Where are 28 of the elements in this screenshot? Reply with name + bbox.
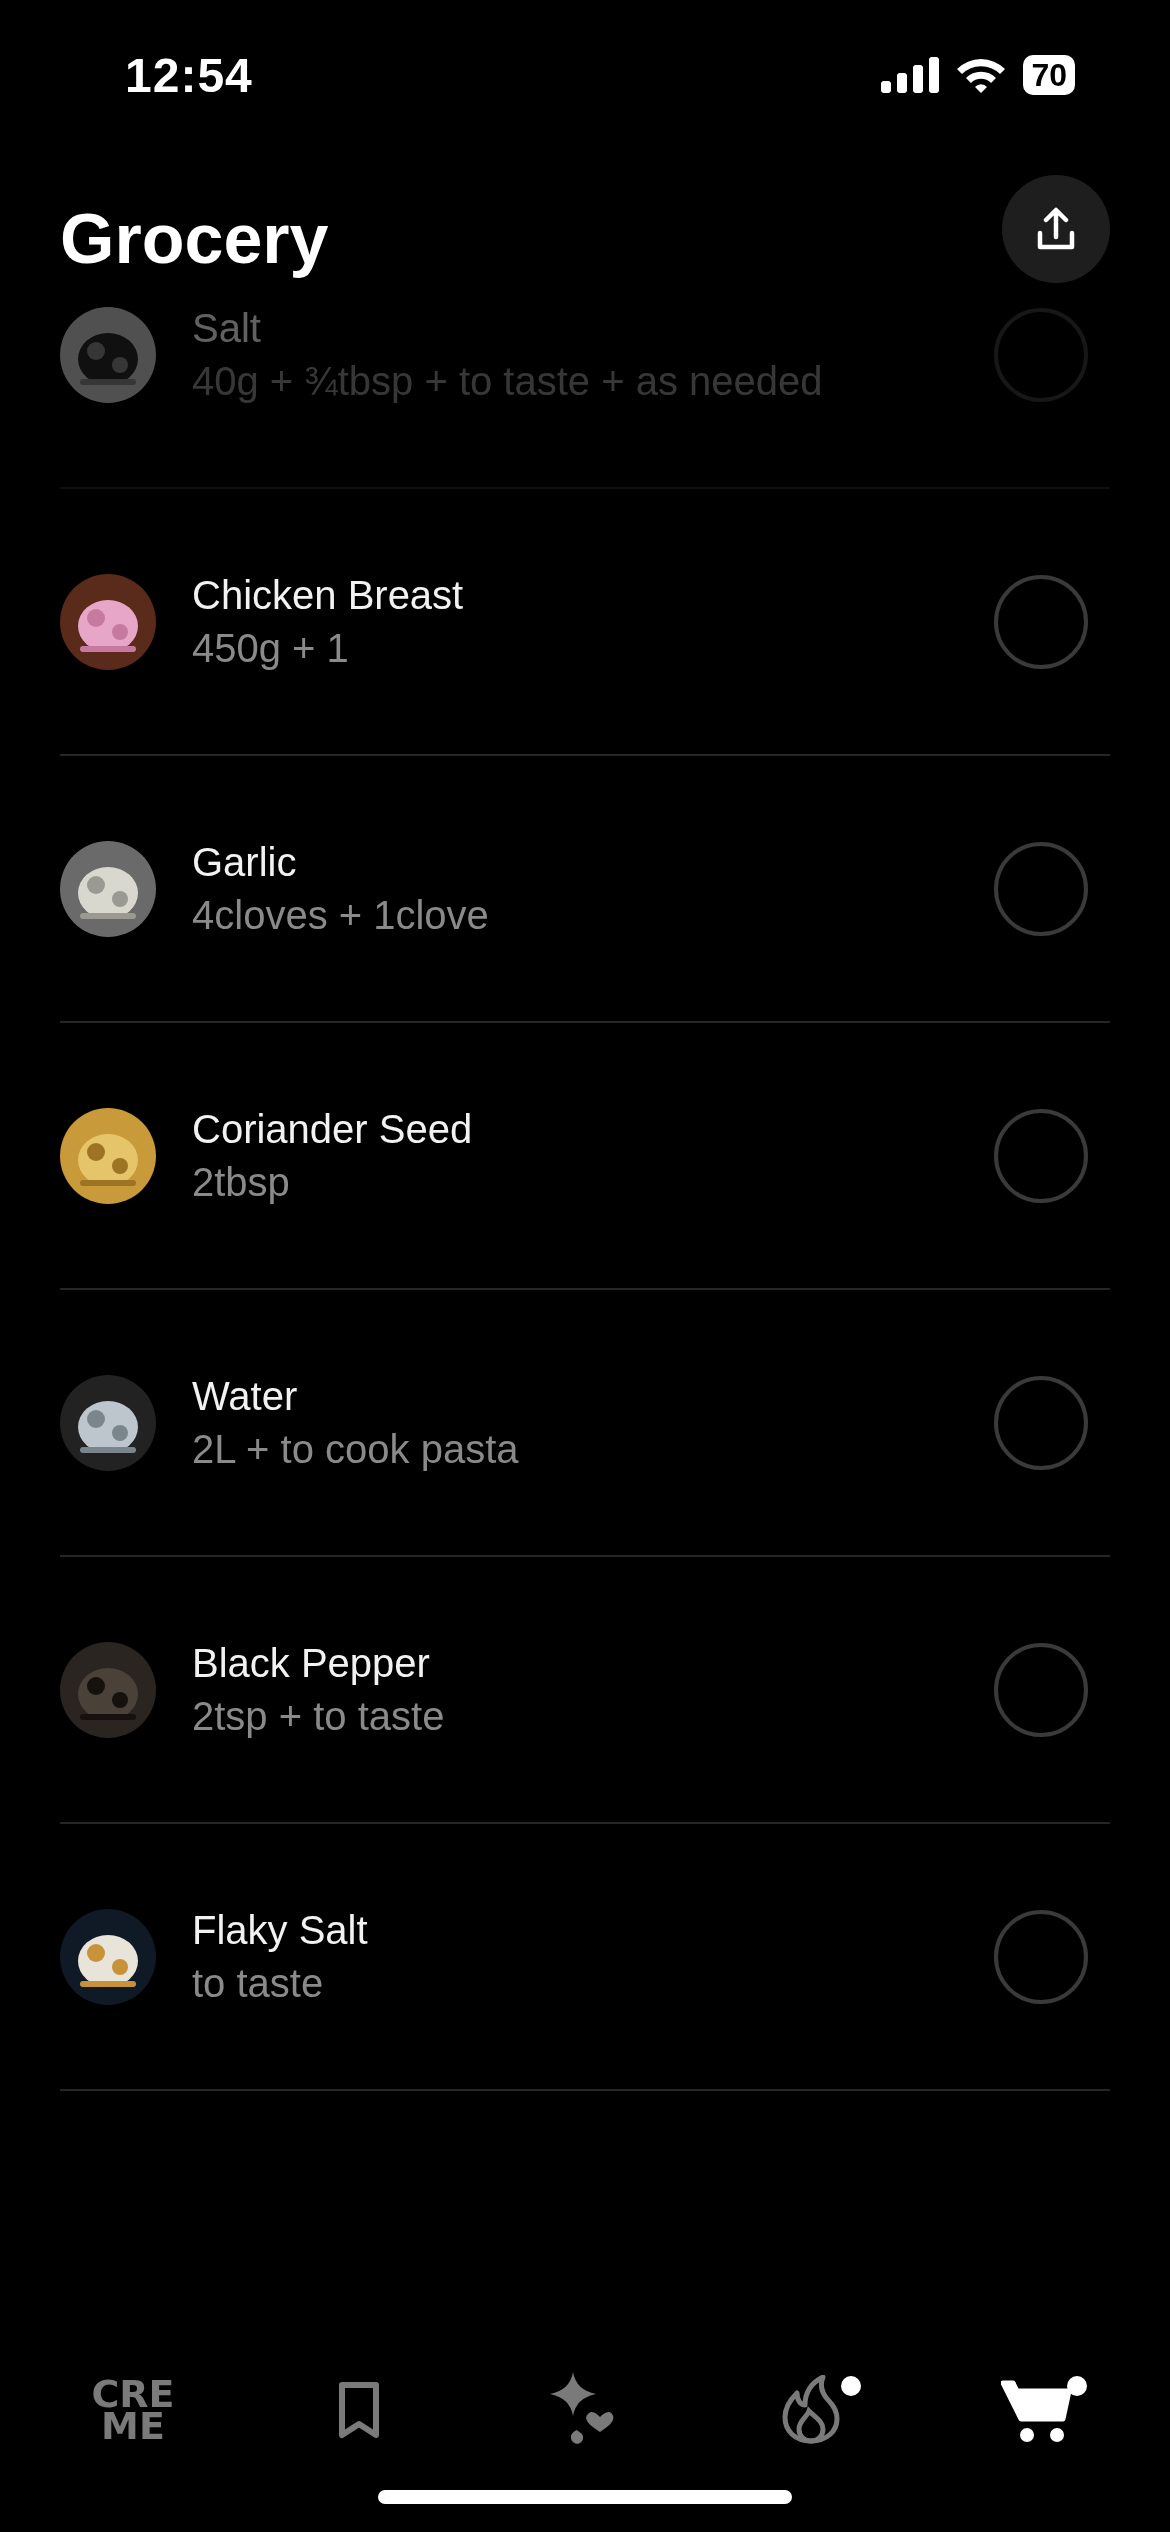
wifi-icon [955,56,1008,94]
checkbox[interactable] [994,1375,1088,1470]
item-name: Coriander Seed [192,1106,474,1152]
item-amount: 450g + 1 [192,625,350,671]
share-icon [1036,207,1076,251]
item-name: Black Pepper [192,1640,431,1686]
item-amount: 2L + to cook pasta [192,1426,520,1472]
bookmark-icon [337,2380,381,2440]
battery-level: 70 [1023,55,1075,95]
item-amount: 2tsp + to taste [192,1693,446,1739]
item-amount: 4cloves + 1clove [192,892,490,938]
item-name: Salt [192,305,262,351]
status-time: 12:54 [125,47,253,103]
checkbox[interactable] [994,1909,1088,2004]
checkbox[interactable] [994,841,1088,936]
item-name: Water [192,1373,299,1419]
item-amount: 2tbsp [192,1159,291,1205]
page-title: Grocery [60,199,329,279]
item-name: Garlic [192,839,298,885]
logo-tab[interactable]: CRE ME [73,2360,193,2460]
checkbox[interactable] [994,1108,1088,1203]
checkbox[interactable] [994,574,1088,669]
signal-icon [881,57,940,93]
item-name: Flaky Salt [192,1907,369,1953]
checkbox[interactable] [994,1642,1088,1737]
item-name: Chicken Breast [192,572,465,618]
item-amount: to taste [192,1960,325,2006]
flame-icon [781,2375,841,2445]
